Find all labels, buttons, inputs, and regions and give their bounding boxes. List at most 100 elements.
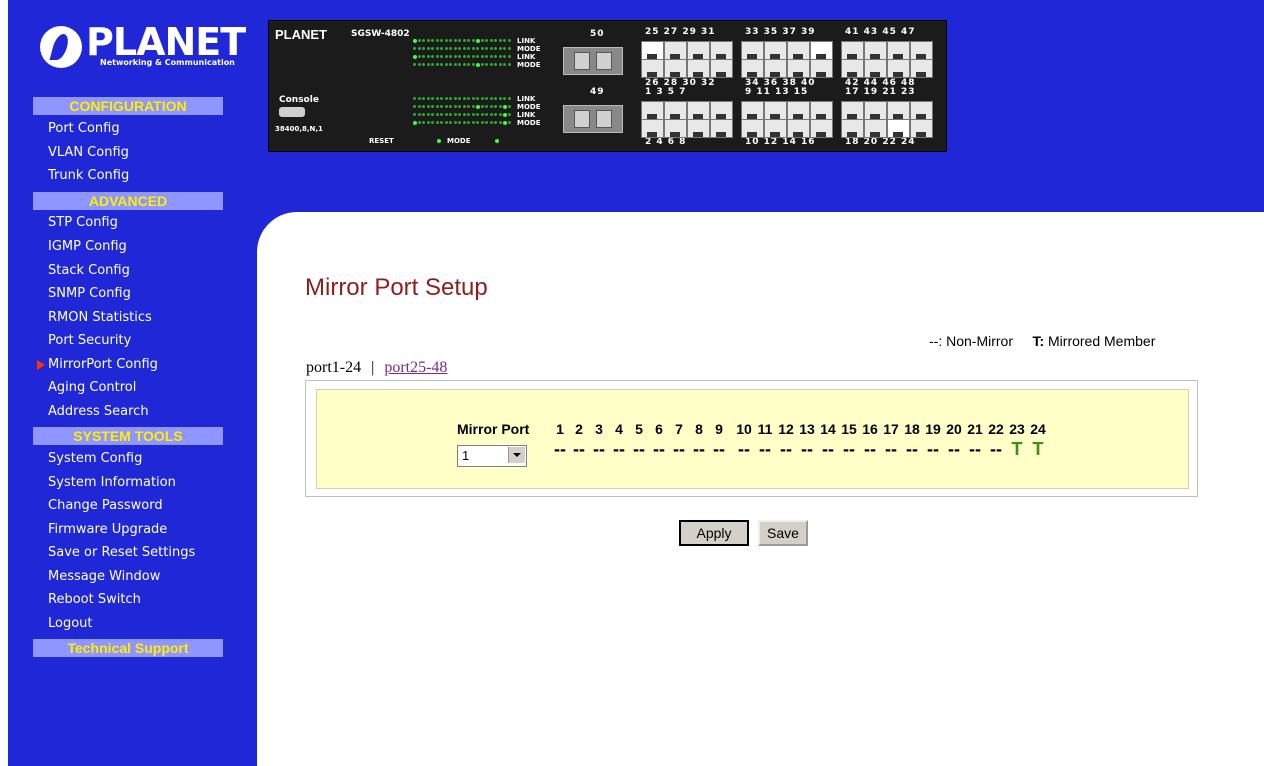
sidebar-item-stack-config[interactable]: Stack Config xyxy=(48,263,130,279)
status-led xyxy=(462,105,466,108)
port-mirror-state[interactable]: -- xyxy=(691,439,707,460)
status-led xyxy=(431,47,434,50)
port-mirror-state[interactable]: -- xyxy=(796,439,818,460)
status-led xyxy=(503,39,506,42)
port-mirror-state[interactable]: -- xyxy=(964,439,986,460)
port-mirror-state[interactable]: -- xyxy=(591,439,607,460)
port-mirror-state[interactable]: -- xyxy=(880,439,902,460)
port-column-header: 10 xyxy=(736,421,752,437)
port-number-label: 18 20 22 24 xyxy=(845,137,916,147)
port-mirror-state[interactable]: -- xyxy=(838,439,860,460)
port-mirror-state[interactable]: -- xyxy=(552,439,568,460)
sidebar-item-port-config[interactable]: Port Config xyxy=(48,121,120,137)
sidebar-item-system-config[interactable]: System Config xyxy=(48,451,142,467)
port-mirror-state[interactable]: -- xyxy=(611,439,627,460)
legend: --: Non-Mirror T: Mirrored Member xyxy=(929,333,1155,349)
status-led xyxy=(467,63,470,66)
port-column-header: 24 xyxy=(1030,421,1046,437)
status-led xyxy=(444,47,448,50)
apply-button[interactable]: Apply xyxy=(679,520,749,546)
port-column-header: 17 xyxy=(883,421,899,437)
sidebar-item-rmon-statistics[interactable]: RMON Statistics xyxy=(48,310,152,326)
port-mirror-state[interactable]: -- xyxy=(901,439,923,460)
rj45-port-icon xyxy=(764,101,787,120)
sidebar-item-logout[interactable]: Logout xyxy=(48,616,93,632)
status-led xyxy=(507,47,511,50)
sidebar-item-address-search[interactable]: Address Search xyxy=(48,404,149,420)
sidebar-item-trunk-config[interactable]: Trunk Config xyxy=(48,168,129,184)
sidebar-item-port-security[interactable]: Port Security xyxy=(48,333,131,349)
save-button[interactable]: Save xyxy=(758,520,808,546)
rj45-port-icon xyxy=(687,41,710,60)
sidebar-item-igmp-config[interactable]: IGMP Config xyxy=(48,239,127,255)
rj45-port-icon xyxy=(887,59,910,78)
port-mirror-state[interactable]: -- xyxy=(651,439,667,460)
status-led xyxy=(435,39,439,42)
status-led xyxy=(507,39,511,42)
port-mirror-state[interactable]: -- xyxy=(711,439,727,460)
port-mirror-state[interactable]: -- xyxy=(922,439,944,460)
status-led xyxy=(489,47,493,50)
status-led xyxy=(503,63,506,66)
tab-port1-24: port1-24 xyxy=(306,359,362,376)
rj45-port-icon xyxy=(787,59,810,78)
sidebar-item-firmware-upgrade[interactable]: Firmware Upgrade xyxy=(48,522,167,538)
sidebar-item-mirrorport-config[interactable]: MirrorPort Config xyxy=(48,357,158,373)
status-led xyxy=(453,113,457,116)
sidebar-item-change-password[interactable]: Change Password xyxy=(48,498,163,514)
status-led xyxy=(489,55,493,58)
sidebar-item-reboot-switch[interactable]: Reboot Switch xyxy=(48,592,141,608)
sidebar-item-vlan-config[interactable]: VLAN Config xyxy=(48,145,129,161)
status-led xyxy=(422,105,425,108)
port-column-header: 20 xyxy=(946,421,962,437)
sidebar-item-save-or-reset-settings[interactable]: Save or Reset Settings xyxy=(48,545,195,561)
status-led xyxy=(507,105,511,108)
sidebar-item-system-information[interactable]: System Information xyxy=(48,475,176,491)
port-mirror-state[interactable]: -- xyxy=(754,439,776,460)
dropdown-arrow-icon[interactable] xyxy=(508,447,525,463)
tab-port25-48[interactable]: port25-48 xyxy=(384,359,447,376)
port-mirror-state[interactable]: -- xyxy=(631,439,647,460)
status-led xyxy=(458,113,461,116)
planet-logo[interactable]: PLANET Networking & Communication xyxy=(40,20,246,72)
rj45-port-icon xyxy=(641,41,664,60)
status-led xyxy=(413,113,416,116)
status-led xyxy=(426,47,430,50)
port-mirror-state[interactable]: -- xyxy=(671,439,687,460)
header-curve xyxy=(257,212,317,272)
status-led xyxy=(462,55,466,58)
port-mirror-state[interactable]: -- xyxy=(943,439,965,460)
status-led xyxy=(480,39,484,42)
status-led xyxy=(462,113,466,116)
port-mirror-state[interactable]: -- xyxy=(859,439,881,460)
port-column-header: 4 xyxy=(615,421,623,437)
panel-model: SGSW-4802 xyxy=(351,29,410,39)
section-header-technical-support[interactable]: Technical Support xyxy=(33,639,223,657)
sidebar-item-message-window[interactable]: Message Window xyxy=(48,569,160,585)
port-mirror-state[interactable]: -- xyxy=(817,439,839,460)
sidebar-item-stp-config[interactable]: STP Config xyxy=(48,215,118,231)
rj45-port-icon xyxy=(664,101,687,120)
fiber-port-49-label: 49 xyxy=(590,87,605,97)
port-column-header: 16 xyxy=(862,421,878,437)
status-led xyxy=(422,97,425,100)
rj45-port-icon xyxy=(841,41,864,60)
status-led xyxy=(444,55,448,58)
status-led xyxy=(507,121,511,124)
mirror-port-select[interactable]: 1 xyxy=(457,445,527,467)
reset-label: RESET xyxy=(369,137,394,145)
port-mirror-state[interactable]: -- xyxy=(775,439,797,460)
sidebar-item-snmp-config[interactable]: SNMP Config xyxy=(48,286,131,302)
port-mirror-state[interactable]: T xyxy=(1006,439,1028,460)
status-led xyxy=(489,97,493,100)
sidebar-item-aging-control[interactable]: Aging Control xyxy=(48,380,136,396)
port-mirror-state[interactable]: -- xyxy=(733,439,755,460)
port-mirror-state[interactable]: -- xyxy=(571,439,587,460)
status-led xyxy=(417,97,421,100)
port-number-label: 17 19 21 23 xyxy=(845,87,916,97)
rj45-port-icon xyxy=(864,59,887,78)
rj45-port-icon xyxy=(787,101,810,120)
port-mirror-state[interactable]: T xyxy=(1027,439,1049,460)
status-led xyxy=(449,121,452,124)
port-mirror-state[interactable]: -- xyxy=(985,439,1007,460)
